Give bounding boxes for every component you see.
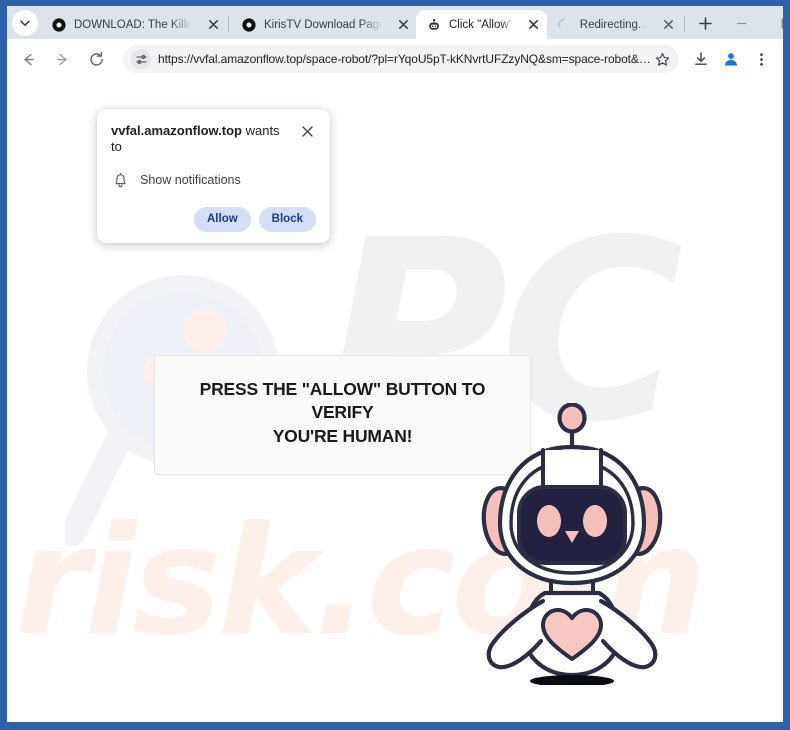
address-bar[interactable]: https://vvfal.amazonflow.top/space-robot… [123,45,679,73]
close-icon [208,20,218,29]
close-icon [664,20,673,29]
browser-window-inner: DOWNLOAD: The Killer KirisTV Download Pa… [7,6,783,722]
permission-label: Show notifications [140,172,241,187]
close-icon [398,20,408,29]
tab-title: Redirecting... [579,18,648,31]
tab-close-button[interactable] [660,16,678,34]
tab-strip: DOWNLOAD: The Killer KirisTV Download Pa… [7,6,783,39]
permission-origin: vvfal.amazonflow.top [111,123,242,138]
tab-download-the-killer[interactable]: DOWNLOAD: The Killer [41,10,226,39]
tab-close-button[interactable] [204,16,222,34]
permission-row-notifications: Show notifications [111,171,316,189]
maximize-icon [781,18,783,29]
profile-button[interactable] [717,45,745,73]
download-icon [695,52,707,65]
permission-dialog-close-button[interactable] [298,122,316,140]
tab-separator [228,16,229,32]
permission-dialog-header: vvfal.amazonflow.top wants to [111,123,316,156]
tab-title: Click "Allow" [449,18,513,31]
three-dot-menu-icon [759,52,763,66]
allow-button[interactable]: Allow [194,206,251,232]
tab-title: KirisTV Download Page [264,18,382,31]
bell-icon [111,171,129,189]
tab-redirecting[interactable]: Redirecting... [547,10,682,39]
permission-dialog-actions: Allow Block [111,206,316,232]
browser-menu-button[interactable] [747,45,775,73]
minimize-icon [736,22,746,25]
permission-dialog-title: vvfal.amazonflow.top wants to [111,123,298,156]
page-content: PC risk.com PRESS THE "ALLOW" BUTTON TO … [7,79,783,722]
loading-spinner-icon [557,17,573,33]
new-tab-button[interactable] [693,10,719,36]
download-button[interactable] [687,45,715,73]
reload-icon [89,51,103,66]
plus-icon [699,16,712,30]
tune-settings-icon[interactable] [131,49,151,69]
reload-button[interactable] [81,44,111,74]
robot-favicon [426,17,442,33]
forward-button[interactable] [47,44,77,74]
tab-title: DOWNLOAD: The Killer [74,18,192,31]
browser-window: DOWNLOAD: The Killer KirisTV Download Pa… [0,0,790,730]
tab-search-button[interactable] [12,10,38,36]
tab-separator [683,16,685,32]
arrow-right-icon [56,53,67,65]
tab-kiristv-download-page[interactable]: KirisTV Download Page [231,10,416,39]
block-button[interactable]: Block [258,206,316,232]
tab-close-button[interactable] [525,16,543,34]
space-robot-mascot [481,403,663,685]
tab-click-allow[interactable]: Click "Allow" [416,10,547,39]
close-icon [529,20,539,29]
url-text[interactable]: https://vvfal.amazonflow.top/space-robot… [158,52,651,66]
minimize-button[interactable] [719,9,764,38]
dark-circle-play-icon [51,17,67,33]
notification-permission-dialog: vvfal.amazonflow.top wants to Show notif… [97,109,330,243]
bookmark-star-icon[interactable] [651,48,673,70]
back-button[interactable] [13,44,43,74]
window-controls [719,6,783,39]
browser-toolbar: https://vvfal.amazonflow.top/space-robot… [7,39,783,79]
tab-close-button[interactable] [394,16,412,34]
arrow-left-icon [23,53,34,65]
chevron-down-icon [20,20,30,26]
dark-circle-play-icon [241,17,257,33]
speech-bubble-line-1: PRESS THE "ALLOW" BUTTON TO VERIFY [199,379,486,423]
maximize-button[interactable] [764,9,783,38]
speech-bubble-line-2: YOU'RE HUMAN! [272,425,413,446]
close-icon [301,125,313,137]
profile-avatar-icon [724,53,738,66]
